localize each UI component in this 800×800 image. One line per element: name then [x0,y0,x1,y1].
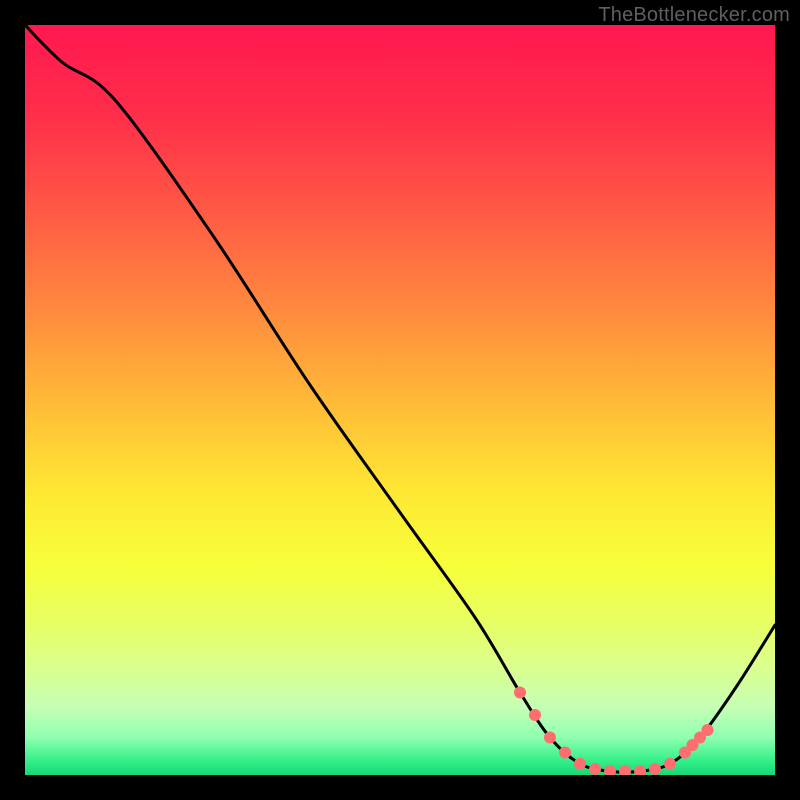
chart-svg [25,25,775,775]
highlight-dot [702,724,714,736]
plot-area [25,25,775,775]
chart-stage: TheBottlenecker.com [0,0,800,800]
highlight-dot [619,765,631,775]
highlight-dot [544,732,556,744]
highlight-dot [649,763,661,775]
curve-layer [25,25,775,772]
highlight-dot [514,687,526,699]
highlight-dot [574,758,586,770]
highlight-dot [664,758,676,770]
bottleneck-curve [25,25,775,772]
highlight-dot [559,747,571,759]
highlight-dot [634,765,646,775]
highlight-dot [604,765,616,775]
highlight-dot [529,709,541,721]
highlight-dot [589,763,601,775]
watermark-text: TheBottlenecker.com [598,4,790,27]
